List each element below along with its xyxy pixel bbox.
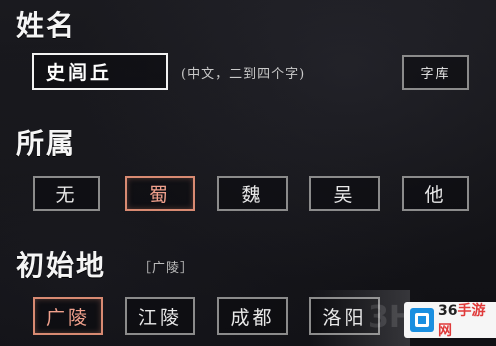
origin-current-tag: ［广陵］	[138, 261, 195, 276]
watermark-badge: 36手游网	[404, 300, 496, 340]
origin-option-jiangling[interactable]: 江陵	[125, 297, 195, 335]
faction-option-none[interactable]: 无	[33, 176, 100, 211]
watermark-text: 36手游网	[438, 300, 496, 340]
name-input[interactable]: 史闾丘	[32, 53, 168, 90]
origin-option-guangling[interactable]: 广陵	[33, 297, 103, 335]
library-button[interactable]: 字库	[402, 55, 469, 90]
name-hint: (中文，二到四个字)	[181, 67, 306, 82]
faction-option-other[interactable]: 他	[402, 176, 469, 211]
watermark-num: 36	[438, 303, 458, 319]
watermark-logo-icon	[410, 308, 434, 332]
faction-option-wu[interactable]: 吴	[309, 176, 380, 211]
faction-section-title: 所属	[16, 127, 77, 160]
faction-option-shu[interactable]: 蜀	[125, 176, 195, 211]
name-section-title: 姓名	[16, 9, 77, 42]
origin-option-chengdu[interactable]: 成都	[217, 297, 288, 335]
origin-section-title: 初始地	[16, 249, 107, 282]
faction-option-wei[interactable]: 魏	[217, 176, 288, 211]
